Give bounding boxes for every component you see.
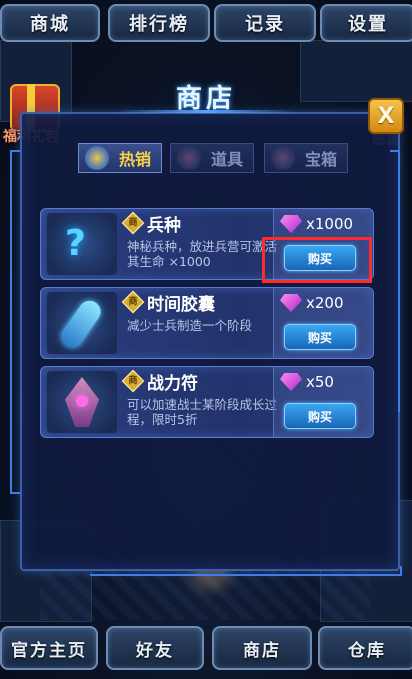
shop-item-card: ? 商 兵种 神秘兵种，放进兵营可激活其生命 ×1000 x1000 购买	[40, 208, 374, 280]
treasure-chest-icon	[271, 146, 295, 170]
item-name: 战力符	[147, 374, 198, 394]
time-capsule-icon	[47, 292, 117, 354]
shop-item-card: 商 战力符 可以加速战士某阶段成长过程，限时5折 x50 购买	[40, 366, 374, 438]
gem-icon	[280, 294, 302, 312]
hot-sale-icon	[85, 146, 109, 170]
tab-treasure[interactable]: 宝箱	[264, 143, 348, 173]
rank-badge-icon: 商	[121, 369, 145, 393]
item-name: 时间胶囊	[147, 295, 215, 315]
item-price: x200	[306, 294, 344, 312]
items-icon	[177, 146, 201, 170]
shop-title-wrap: 商店	[114, 78, 298, 118]
top-navigation: 商城 排行榜 记录 设置	[0, 0, 412, 42]
price-area: x200 购买	[273, 288, 372, 358]
panel-frame-bottom	[90, 566, 402, 576]
power-charm-icon	[47, 371, 117, 433]
title-underline	[114, 110, 298, 113]
item-name: 兵种	[147, 216, 181, 236]
item-price: x50	[306, 373, 334, 391]
rank-badge-icon: 商	[121, 211, 145, 235]
item-description: 减少士兵制造一个阶段	[127, 318, 253, 333]
tab-hot-sale[interactable]: 热销	[78, 143, 162, 173]
panel-frame-right	[390, 150, 400, 412]
bottom-navigation: 官方主页 好友 商店 仓库	[0, 620, 412, 679]
close-button[interactable]: X	[368, 98, 404, 134]
price-area: x50 购买	[273, 367, 372, 437]
nav-friends-button[interactable]: 好友	[106, 626, 204, 670]
nav-shop-button[interactable]: 商店	[212, 626, 312, 670]
item-description: 神秘兵种，放进兵营可激活其生命 ×1000	[127, 239, 278, 269]
gem-icon	[280, 215, 302, 233]
panel-frame-left	[10, 150, 20, 494]
gem-icon	[280, 373, 302, 391]
nav-records-button[interactable]: 记录	[214, 4, 316, 42]
mystery-unit-icon: ?	[47, 213, 117, 275]
tab-items[interactable]: 道具	[170, 143, 254, 173]
price-area: x1000 购买	[273, 209, 372, 279]
nav-settings-button[interactable]: 设置	[320, 4, 412, 42]
buy-button[interactable]: 购买	[284, 245, 356, 271]
close-icon: X	[377, 103, 395, 129]
nav-mall-button[interactable]: 商城	[0, 4, 100, 42]
nav-warehouse-button[interactable]: 仓库	[318, 626, 412, 670]
rank-badge-icon: 商	[121, 290, 145, 314]
shop-item-card: 商 时间胶囊 减少士兵制造一个阶段 x200 购买	[40, 287, 374, 359]
item-price: x1000	[306, 215, 354, 233]
buy-button[interactable]: 购买	[284, 403, 356, 429]
nav-leaderboard-button[interactable]: 排行榜	[108, 4, 210, 42]
buy-button[interactable]: 购买	[284, 324, 356, 350]
item-description: 可以加速战士某阶段成长过程，限时5折	[127, 397, 278, 427]
nav-official-home-button[interactable]: 官方主页	[0, 626, 98, 670]
